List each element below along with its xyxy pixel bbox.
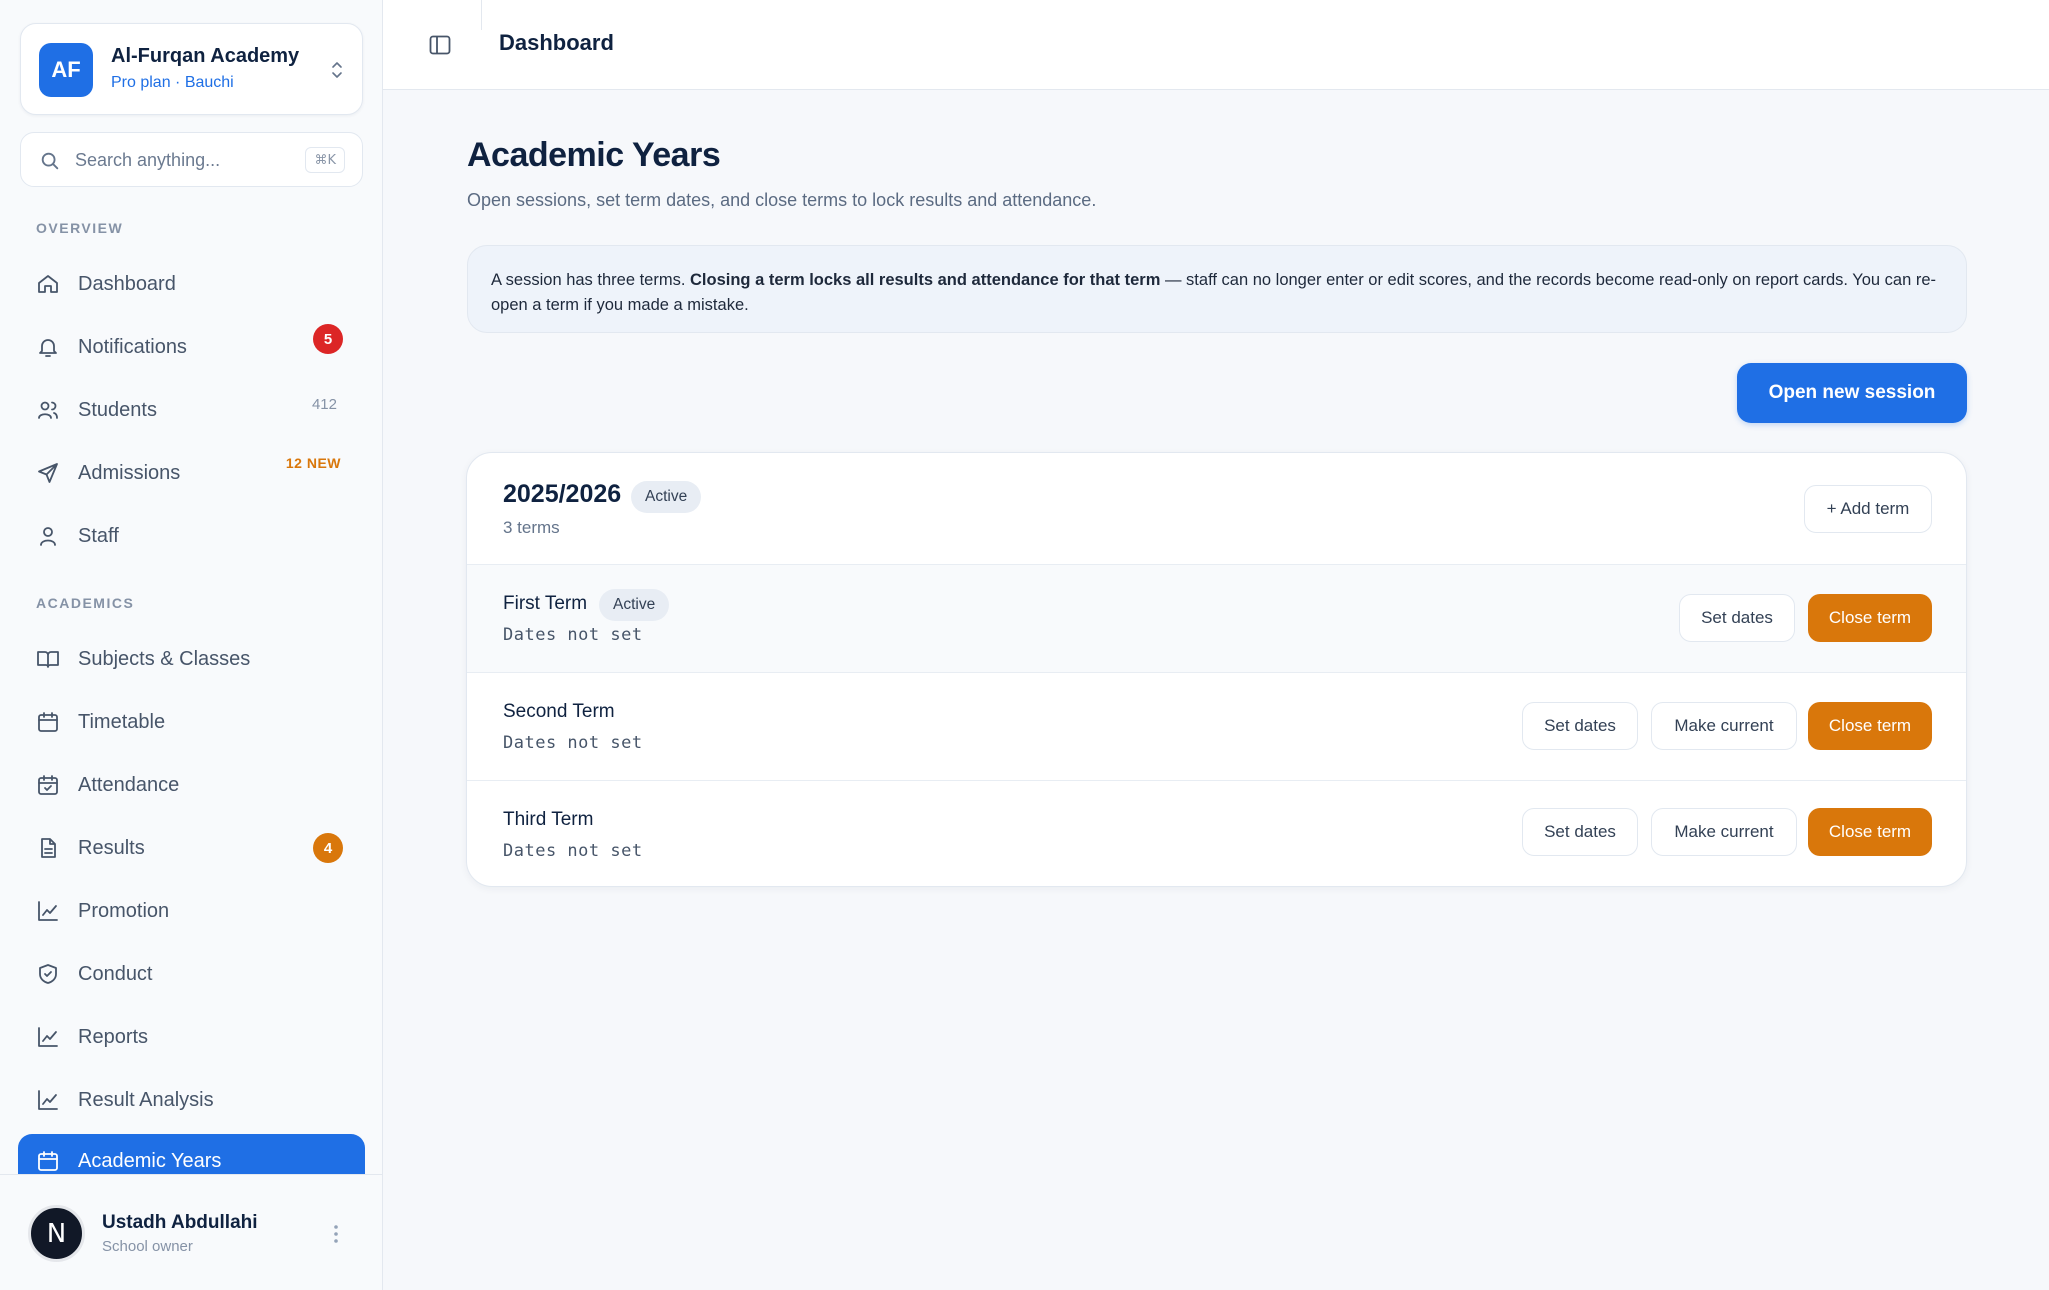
close-term-button[interactable]: Close term bbox=[1808, 594, 1932, 642]
term-dates: Dates not set bbox=[503, 733, 643, 753]
make-current-button[interactable]: Make current bbox=[1651, 702, 1797, 750]
sidebar-item-label: Timetable bbox=[78, 710, 166, 733]
users-icon bbox=[38, 401, 58, 419]
file-text-icon bbox=[41, 838, 56, 858]
org-avatar: AF bbox=[39, 43, 93, 97]
close-term-button[interactable]: Close term bbox=[1808, 702, 1932, 750]
send-icon bbox=[38, 463, 58, 483]
sidebar: AF Al-Furqan Academy Pro plan · Bauchi ⌘… bbox=[0, 0, 383, 1290]
term-name: Second Term bbox=[503, 701, 615, 722]
search-icon bbox=[41, 152, 59, 170]
sidebar-item-label: Promotion bbox=[78, 899, 170, 922]
sidebar-item-label: Staff bbox=[78, 524, 119, 547]
calendar-check-icon bbox=[38, 775, 58, 795]
admissions-new-tag: 12 NEW bbox=[285, 455, 341, 471]
notifications-badge: 5 bbox=[313, 324, 343, 354]
sidebar-toggle-icon[interactable] bbox=[429, 34, 451, 56]
home-icon bbox=[38, 275, 58, 293]
user-profile[interactable]: N Ustadh Abdullahi School owner bbox=[0, 1174, 382, 1290]
sidebar-item-label: Notifications bbox=[78, 335, 187, 358]
search-input[interactable] bbox=[75, 143, 295, 177]
term-name: Third Term bbox=[503, 809, 594, 830]
set-dates-button[interactable]: Set dates bbox=[1679, 594, 1795, 642]
sidebar-item-label: Attendance bbox=[78, 773, 180, 796]
sidebar-item-dashboard[interactable]: Dashboard bbox=[18, 257, 365, 311]
notice-emphasis: Closing a term locks all results and att… bbox=[690, 271, 1161, 289]
user-icon bbox=[40, 527, 56, 546]
sidebar-item-students[interactable]: Students 412 bbox=[18, 383, 365, 437]
status-badge: Active bbox=[599, 589, 670, 621]
close-term-button[interactable]: Close term bbox=[1808, 808, 1932, 856]
term-dates: Dates not set bbox=[503, 841, 643, 861]
sidebar-item-label: Admissions bbox=[78, 461, 181, 484]
shield-check-icon bbox=[39, 964, 57, 984]
session-card: 2025/2026 Active 3 terms + Add term Firs… bbox=[466, 452, 1967, 887]
open-new-session-button[interactable]: Open new session bbox=[1737, 363, 1967, 423]
term-name: First Term bbox=[503, 593, 588, 614]
calendar-icon bbox=[38, 712, 58, 732]
bell-icon bbox=[39, 339, 57, 357]
section-label-academics: ACADEMICS bbox=[36, 595, 135, 611]
sidebar-item-label: Conduct bbox=[78, 962, 153, 985]
sidebar-item-promotion[interactable]: Promotion bbox=[18, 884, 365, 938]
sidebar-item-label: Dashboard bbox=[78, 272, 176, 295]
sidebar-item-conduct[interactable]: Conduct bbox=[18, 947, 365, 1001]
search-box: ⌘K bbox=[20, 132, 363, 187]
info-notice: A session has three terms. Closing a ter… bbox=[467, 245, 1967, 333]
add-term-button[interactable]: + Add term bbox=[1804, 485, 1932, 533]
session-terms-count: 3 terms bbox=[503, 518, 560, 537]
sidebar-item-result-analysis[interactable]: Result Analysis bbox=[18, 1073, 365, 1127]
book-open-icon bbox=[37, 651, 59, 668]
term-dates: Dates not set bbox=[503, 625, 643, 645]
line-chart-icon bbox=[38, 1027, 58, 1047]
search-shortcut-badge: ⌘K bbox=[305, 147, 345, 173]
session-name: 2025/2026 bbox=[503, 480, 622, 508]
sidebar-item-attendance[interactable]: Attendance bbox=[18, 758, 365, 812]
sidebar-item-notifications[interactable]: Notifications 5 bbox=[18, 320, 365, 374]
sidebar-item-results[interactable]: Results 4 bbox=[18, 821, 365, 875]
notice-text: A session has three terms. bbox=[491, 271, 691, 289]
status-badge: Active bbox=[631, 481, 702, 513]
topbar-divider bbox=[481, 0, 482, 30]
set-dates-button[interactable]: Set dates bbox=[1522, 702, 1638, 750]
section-label-overview: OVERVIEW bbox=[36, 220, 124, 236]
make-current-button[interactable]: Make current bbox=[1651, 808, 1797, 856]
user-role: School owner bbox=[102, 1238, 193, 1255]
sidebar-item-label: Subjects & Classes bbox=[78, 647, 251, 670]
term-row-third: Third Term Dates not set Set dates Make … bbox=[467, 780, 1966, 886]
sidebar-item-subjects-classes[interactable]: Subjects & Classes bbox=[18, 632, 365, 686]
sidebar-item-label: Students bbox=[78, 398, 157, 421]
org-switcher[interactable]: AF Al-Furqan Academy Pro plan · Bauchi bbox=[20, 23, 363, 115]
results-badge: 4 bbox=[313, 833, 343, 863]
sidebar-item-staff[interactable]: Staff bbox=[18, 509, 365, 563]
sidebar-item-reports[interactable]: Reports bbox=[18, 1010, 365, 1064]
org-plan: Pro plan · Bauchi bbox=[111, 74, 234, 91]
sidebar-item-label: Result Analysis bbox=[78, 1088, 214, 1111]
user-name: Ustadh Abdullahi bbox=[102, 1212, 258, 1233]
sidebar-item-label: Results bbox=[78, 836, 145, 859]
set-dates-button[interactable]: Set dates bbox=[1522, 808, 1638, 856]
sidebar-item-timetable[interactable]: Timetable bbox=[18, 695, 365, 749]
breadcrumb: Dashboard bbox=[499, 30, 614, 55]
page-title: Academic Years bbox=[467, 136, 721, 174]
sidebar-item-label: Reports bbox=[78, 1025, 149, 1048]
line-chart-icon bbox=[38, 901, 58, 921]
org-name: Al-Furqan Academy bbox=[111, 45, 300, 67]
topbar: Dashboard bbox=[383, 0, 2049, 90]
avatar: N bbox=[28, 1205, 85, 1262]
calendar-icon bbox=[38, 1151, 58, 1171]
sidebar-item-label: Academic Years bbox=[78, 1149, 222, 1172]
term-row-second: Second Term Dates not set Set dates Make… bbox=[467, 672, 1966, 780]
term-row-first: First Term Active Dates not set Set date… bbox=[467, 564, 1966, 672]
students-count: 412 bbox=[311, 396, 337, 413]
page-subtitle: Open sessions, set term dates, and close… bbox=[467, 190, 1097, 210]
sidebar-item-admissions[interactable]: Admissions 12 NEW bbox=[18, 446, 365, 500]
chevrons-up-down-icon bbox=[332, 62, 342, 78]
line-chart-icon bbox=[38, 1090, 58, 1110]
more-vertical-icon[interactable] bbox=[332, 1222, 340, 1246]
